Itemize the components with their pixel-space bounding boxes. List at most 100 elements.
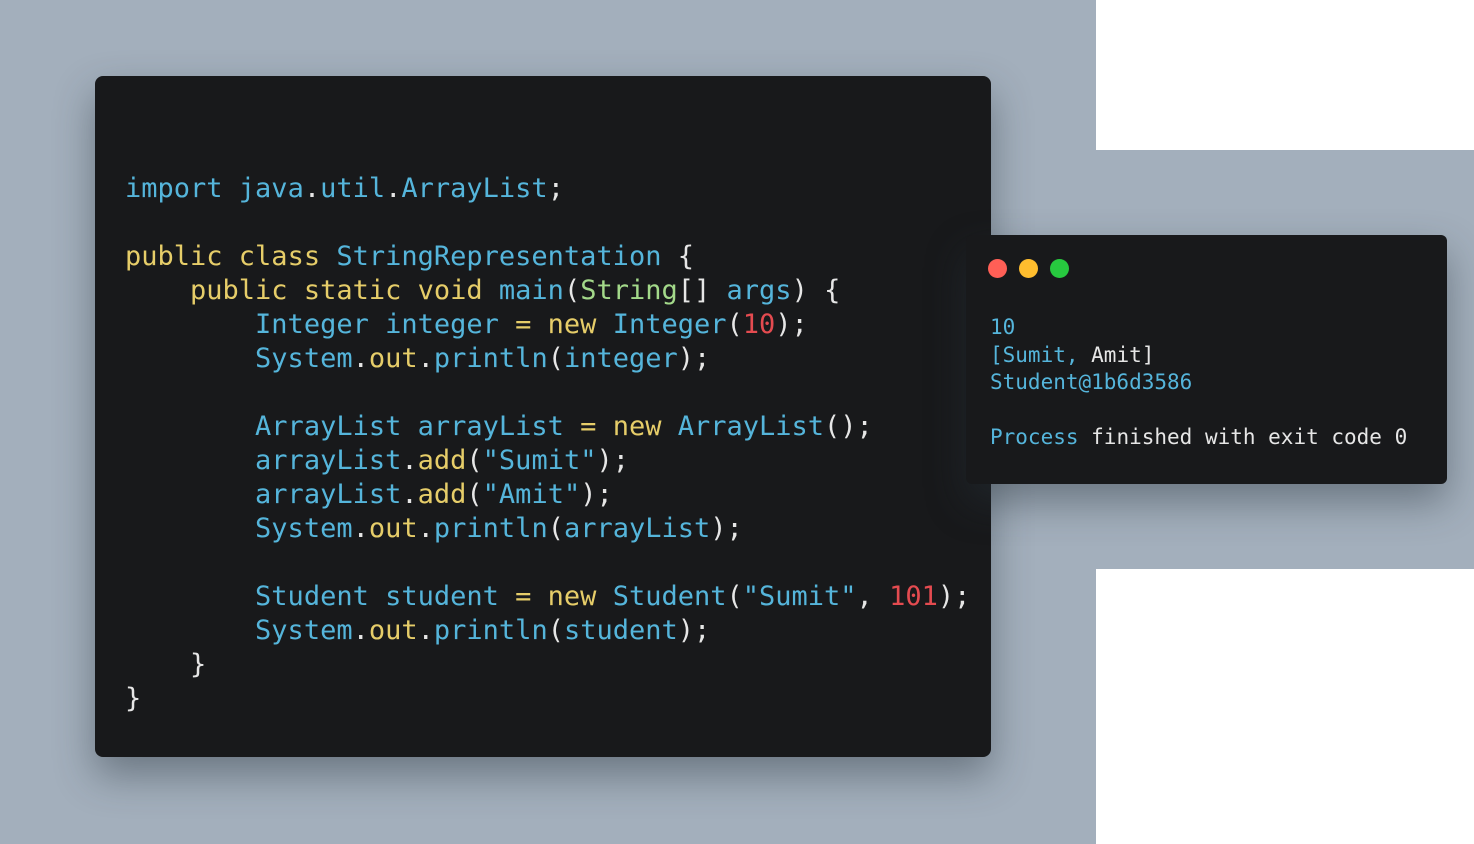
code-token: . <box>417 343 434 374</box>
code-token: "Sumit" <box>482 445 597 476</box>
code-token: ( <box>726 581 743 612</box>
code-token: } <box>125 683 142 714</box>
code-token: arrayList <box>255 445 402 476</box>
code-token: ArrayList <box>677 411 825 442</box>
code-token: . <box>401 445 418 476</box>
code-token: new <box>547 309 613 340</box>
code-token: String <box>580 275 678 306</box>
code-line: import java.util.ArrayList; <box>125 172 970 206</box>
code-token: main <box>498 275 564 306</box>
code-token: Process <box>990 425 1092 449</box>
code-token: new <box>612 411 678 442</box>
output-window-controls <box>988 259 1081 278</box>
minimize-icon[interactable] <box>1019 259 1038 278</box>
code-token: . <box>352 615 369 646</box>
code-token: , <box>856 581 890 612</box>
code-token: add <box>417 445 467 476</box>
code-token: java <box>238 173 304 204</box>
code-token: = <box>580 411 613 442</box>
code-token: ( <box>547 343 564 374</box>
code-token: ); <box>580 479 613 510</box>
code-token: finished with exit code 0 <box>1091 425 1408 449</box>
code-token: [Sumit, <box>990 342 1092 367</box>
code-token: ); <box>937 581 971 612</box>
code-token: System <box>255 513 353 544</box>
maximize-icon[interactable] <box>1050 259 1069 278</box>
output-line: [Sumit, Amit] <box>990 342 1407 370</box>
code-line: Integer integer = new Integer(10); <box>125 308 970 342</box>
code-token: new <box>547 581 613 612</box>
code-token: student <box>563 615 678 646</box>
code-token: integer <box>563 343 678 374</box>
code-token: StringRepresentation <box>336 241 662 272</box>
code-line: System.out.println(student); <box>125 614 970 648</box>
code-token: ); <box>677 343 711 374</box>
code-line: arrayList.add("Sumit"); <box>125 444 970 478</box>
code-token: 10 <box>990 315 1016 339</box>
code-token: . <box>352 513 369 544</box>
code-token: . <box>385 173 402 204</box>
code-token: [] <box>677 275 727 306</box>
code-token: Integer <box>612 309 727 340</box>
code-token: ( <box>547 513 564 544</box>
code-token: ( <box>466 445 483 476</box>
code-token: . <box>303 173 321 204</box>
code-line: public class StringRepresentation { <box>125 240 970 274</box>
code-token: println <box>433 513 548 544</box>
code-line: arrayList.add("Amit"); <box>125 478 970 512</box>
code-token: = <box>515 581 548 612</box>
code-token: arrayList <box>417 411 581 442</box>
code-token: (); <box>824 411 873 442</box>
code-token: arrayList <box>563 513 711 544</box>
code-token: ); <box>710 513 743 544</box>
code-line: public static void main(String[] args) { <box>125 274 970 308</box>
code-token: ( <box>466 479 483 510</box>
code-token: Amit] <box>1091 342 1155 367</box>
console-output: 10 [Sumit, Amit] Student@1b6d3586 Process … <box>990 314 1407 452</box>
code-token: Student <box>612 581 727 612</box>
code-token: . <box>417 615 434 646</box>
code-token: . <box>352 343 369 374</box>
code-token: ); <box>775 309 808 340</box>
code-token: ) { <box>791 275 841 306</box>
code-token: arrayList <box>255 479 402 510</box>
code-line: System.out.println(arrayList); <box>125 512 970 546</box>
code-token: "Amit" <box>482 479 581 510</box>
code-token: println <box>433 343 548 374</box>
code-token: } <box>125 649 207 680</box>
code-token: util <box>320 173 386 204</box>
code-token: ArrayList <box>401 173 548 204</box>
code-line: } <box>125 648 970 682</box>
code-token: class <box>238 241 337 272</box>
code-token: System <box>255 343 353 374</box>
code-token: public <box>125 241 239 272</box>
code-token: Student@1b6d3586 <box>990 370 1193 394</box>
code-line: System.out.println(integer); <box>125 342 970 376</box>
code-token: add <box>417 479 467 510</box>
code-token: . <box>417 513 434 544</box>
code-token: ( <box>563 275 581 306</box>
output-line: Process finished with exit code 0 <box>990 424 1407 452</box>
code-token: ); <box>596 445 629 476</box>
code-token: out <box>368 343 418 374</box>
code-token: { <box>661 241 694 272</box>
code-token: out <box>368 615 418 646</box>
code-line: } <box>125 682 970 716</box>
code-token: System <box>255 615 353 646</box>
close-icon[interactable] <box>988 259 1007 278</box>
code-line: ArrayList arrayList = new ArrayList(); <box>125 410 970 444</box>
code-token: Integer <box>255 309 386 340</box>
code-token: println <box>433 615 548 646</box>
code-token: 101 <box>889 581 938 612</box>
